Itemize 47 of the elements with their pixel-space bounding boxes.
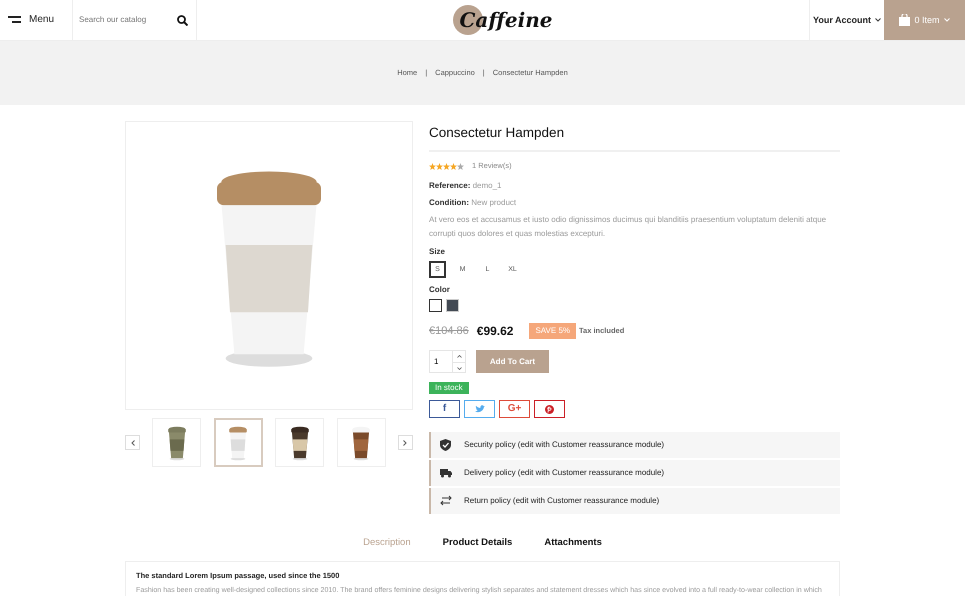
policy-text: Delivery policy (edit with Customer reassurance module): [464, 468, 664, 478]
chevron-down-icon: [456, 366, 462, 370]
search-button[interactable]: [177, 14, 188, 26]
cup-drawing: [350, 424, 372, 460]
tab[interactable]: Product Details: [442, 537, 512, 549]
chevron-right-icon: [403, 440, 408, 446]
menu-button[interactable]: Menu: [0, 0, 73, 40]
cup-drawing: [166, 424, 188, 460]
reference-label: Reference:: [429, 181, 470, 190]
quantity-field[interactable]: 1: [429, 350, 453, 373]
bag-icon: [899, 14, 910, 26]
facebook-button[interactable]: f: [429, 400, 460, 418]
price: €99.62: [476, 323, 514, 339]
condition-value: New product: [471, 198, 516, 207]
chevron-left-icon: [130, 440, 134, 446]
size-label: Size: [429, 247, 446, 257]
color-swatch[interactable]: [429, 299, 442, 312]
condition-label: Condition:: [429, 198, 469, 207]
pinterest-icon: [545, 404, 554, 414]
previous-button[interactable]: [125, 435, 140, 450]
search-icon: [177, 14, 188, 26]
logo[interactable]: Caffeine: [453, 8, 552, 32]
menu-icon: [8, 16, 21, 24]
cup-drawing: [288, 424, 311, 460]
product-title: Consectetur Hampden: [429, 121, 840, 152]
old-price: €104.86: [429, 324, 469, 339]
shield-icon: [440, 439, 452, 451]
stock-badge: In stock: [429, 382, 469, 394]
cup-drawing: [227, 424, 250, 460]
google-plus-button[interactable]: G+: [499, 400, 530, 418]
policy-text: Return policy (edit with Customer reassurance module): [464, 496, 660, 506]
product-description: At vero eos et accusamus et iusto odio dignissimos ducimus qui blanditiis praesentium voluptatum deleniti atque corrupti quos dolores et quas molestias excepturi.: [429, 214, 828, 240]
chevron-down-icon: [944, 18, 950, 22]
chevron-down-icon: [875, 18, 881, 22]
reference-value: demo_1: [472, 181, 502, 190]
truck-icon: [440, 467, 452, 479]
tab[interactable]: Attachments: [544, 537, 602, 549]
spin-down-button[interactable]: [453, 362, 465, 373]
bird-icon: [474, 405, 484, 413]
policy-text: Security policy (edit with Customer reassurance module): [464, 440, 664, 450]
color-label: Color: [429, 285, 451, 295]
discount-badge: SAVE 5%: [529, 323, 576, 339]
pinterest-button[interactable]: [534, 400, 565, 418]
chevron-up-icon: [456, 355, 462, 358]
arrows-icon: [440, 495, 452, 507]
next-button[interactable]: [398, 435, 413, 450]
thumbnail[interactable]: [214, 418, 263, 467]
